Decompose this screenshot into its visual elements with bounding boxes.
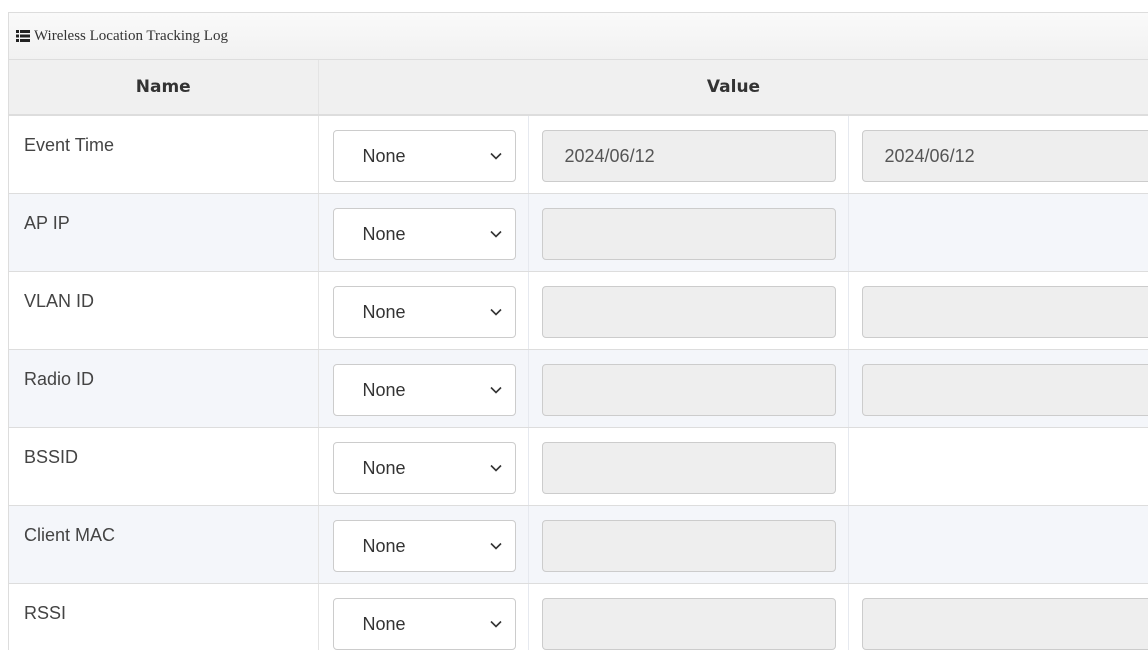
radio-id-from-input[interactable]: [542, 364, 836, 416]
table-row-client-mac: Client MAC None: [9, 506, 1148, 584]
event-time-start-input[interactable]: 2024/06/12: [542, 130, 836, 182]
panel-title: Wireless Location Tracking Log: [34, 28, 228, 45]
list-icon: [16, 30, 30, 42]
rssi-operator-select[interactable]: None: [333, 598, 516, 650]
ap-ip-operator-select[interactable]: None: [333, 208, 516, 260]
row-label: RSSI: [9, 584, 318, 650]
ap-ip-input[interactable]: [542, 208, 836, 260]
column-header-name: Name: [9, 60, 318, 115]
vlan-id-operator-select[interactable]: None: [333, 286, 516, 338]
chevron-down-icon: [490, 620, 502, 628]
chevron-down-icon: [490, 308, 502, 316]
client-mac-input[interactable]: [542, 520, 836, 572]
row-label: BSSID: [9, 428, 318, 506]
radio-id-to-input[interactable]: [862, 364, 1148, 416]
table-header-row: Name Value: [9, 60, 1148, 115]
bssid-input[interactable]: [542, 442, 836, 494]
select-value: None: [363, 302, 406, 323]
table-row-event-time: Event Time None 2024/06/12 2024/06/12: [9, 115, 1148, 194]
chevron-down-icon: [490, 542, 502, 550]
select-value: None: [363, 614, 406, 635]
column-header-value: Value: [318, 60, 1148, 115]
filter-table: Name Value Event Time None 2024/06/12 20…: [9, 60, 1148, 650]
event-time-end-input[interactable]: 2024/06/12: [862, 130, 1148, 182]
row-label: Client MAC: [9, 506, 318, 584]
table-row-bssid: BSSID None: [9, 428, 1148, 506]
select-value: None: [363, 146, 406, 167]
select-value: None: [363, 536, 406, 557]
chevron-down-icon: [490, 230, 502, 238]
vlan-id-to-input[interactable]: [862, 286, 1148, 338]
radio-id-operator-select[interactable]: None: [333, 364, 516, 416]
table-row-radio-id: Radio ID None: [9, 350, 1148, 428]
rssi-to-input[interactable]: [862, 598, 1148, 650]
chevron-down-icon: [490, 464, 502, 472]
select-value: None: [363, 380, 406, 401]
select-value: None: [363, 458, 406, 479]
select-value: None: [363, 224, 406, 245]
table-row-vlan-id: VLAN ID None: [9, 272, 1148, 350]
panel-heading: Wireless Location Tracking Log: [9, 13, 1148, 60]
tracking-log-panel: Wireless Location Tracking Log Name Valu…: [8, 12, 1148, 650]
vlan-id-from-input[interactable]: [542, 286, 836, 338]
chevron-down-icon: [490, 152, 502, 160]
table-row-ap-ip: AP IP None: [9, 194, 1148, 272]
row-label: Event Time: [9, 115, 318, 194]
event-time-operator-select[interactable]: None: [333, 130, 516, 182]
table-row-rssi: RSSI None: [9, 584, 1148, 650]
bssid-operator-select[interactable]: None: [333, 442, 516, 494]
client-mac-operator-select[interactable]: None: [333, 520, 516, 572]
row-label: Radio ID: [9, 350, 318, 428]
rssi-from-input[interactable]: [542, 598, 836, 650]
row-label: AP IP: [9, 194, 318, 272]
chevron-down-icon: [490, 386, 502, 394]
row-label: VLAN ID: [9, 272, 318, 350]
